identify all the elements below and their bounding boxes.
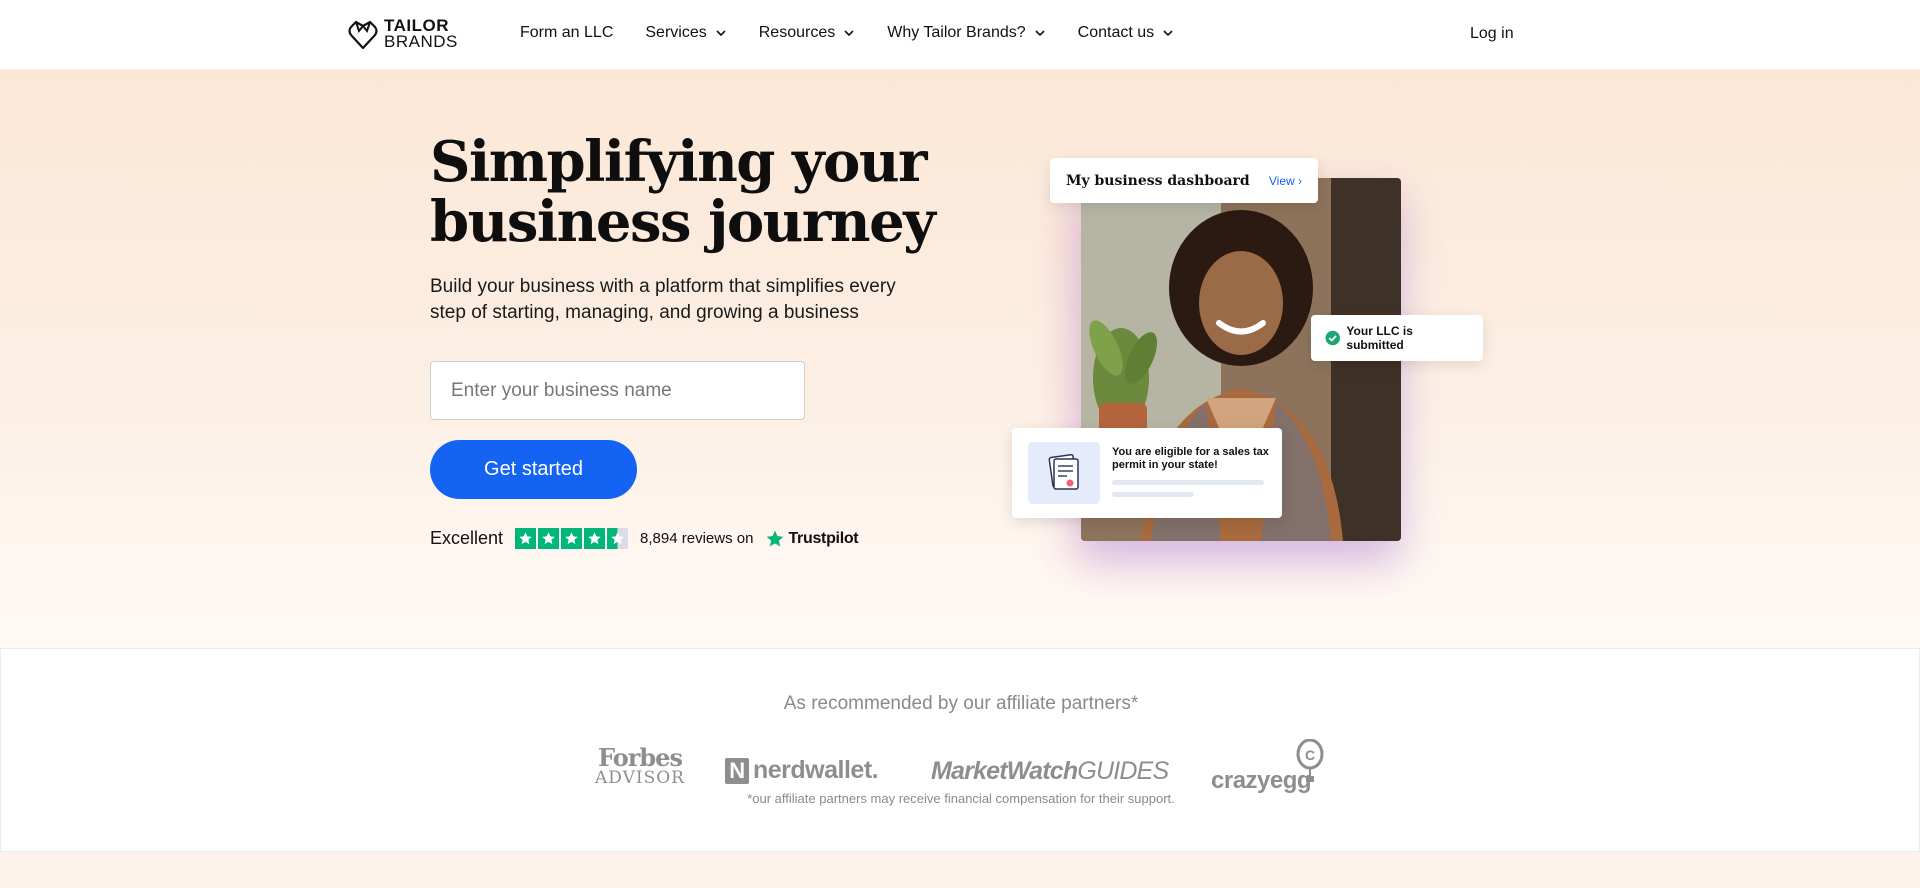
trustpilot-wordmark: Trustpilot [788, 529, 859, 547]
placeholder-line [1112, 480, 1264, 485]
login-link[interactable]: Log in [1470, 25, 1514, 43]
nav-item-label: Why Tailor Brands? [887, 24, 1026, 41]
affiliate-partners-section: As recommended by our affiliate partners… [0, 648, 1920, 852]
nav-item-form-llc[interactable]: Form an LLC [520, 24, 613, 42]
dashboard-title: My business dashboard [1066, 172, 1250, 189]
top-nav: TAILOR BRANDS Form an LLC Services Resou… [0, 0, 1920, 70]
main-menu: Form an LLC Services Resources Why Tailo… [520, 24, 1174, 42]
nav-item-why-tailor-brands[interactable]: Why Tailor Brands? [887, 24, 1045, 42]
review-count: 8,894 reviews on [640, 530, 754, 547]
nav-item-label: Resources [758, 24, 836, 41]
trustpilot-logo: Trustpilot [765, 529, 859, 549]
trustpilot-star-icon [767, 530, 784, 546]
placeholder-line [1112, 492, 1194, 497]
star-icon [538, 528, 560, 549]
tax-permit-text: You are eligible for a sales tax permit … [1112, 446, 1269, 471]
chevron-down-icon [716, 30, 726, 37]
partners-disclaimer: *our affiliate partners may receive fina… [747, 791, 1175, 806]
forbes-wordmark: Forbes [598, 743, 683, 772]
nerdwallet-icon: N [725, 757, 749, 784]
nav-item-contact-us[interactable]: Contact us [1078, 24, 1174, 42]
star-icon [515, 528, 537, 549]
rating-stars [515, 528, 629, 549]
dashboard-view-link[interactable]: View › [1269, 174, 1302, 188]
tailor-brands-logo[interactable]: TAILOR BRANDS [348, 17, 458, 51]
nerdwallet-wordmark: nerdwallet. [753, 756, 879, 784]
guides-wordmark: GUIDES [1077, 757, 1169, 785]
llc-status-text: Your LLC is submitted [1346, 324, 1413, 352]
advisor-wordmark: ADVISOR [595, 768, 685, 788]
star-icon [561, 528, 583, 549]
trustpilot-rating[interactable]: Excellent 8,894 reviews on Trustpilot [430, 528, 859, 549]
logo-wordmark: TAILOR BRANDS [384, 17, 458, 51]
star-icon [584, 528, 606, 549]
chevron-right-icon: › [1298, 173, 1302, 188]
nav-item-label: Services [645, 24, 707, 41]
business-name-input[interactable] [430, 361, 805, 420]
dashboard-card: My business dashboard View › [1050, 158, 1318, 203]
get-started-button[interactable]: Get started [430, 440, 637, 499]
nav-item-label: Contact us [1077, 24, 1155, 41]
certificate-icon [1028, 442, 1100, 504]
view-link-label: View [1268, 173, 1295, 188]
marketwatch-guides-logo: MarketWatchGUIDES [931, 757, 1169, 786]
svg-text:C: C [1305, 747, 1315, 763]
check-circle-icon [1325, 330, 1340, 346]
hero-subtitle: Build your business with a platform that… [430, 276, 896, 323]
nav-item-resources[interactable]: Resources [759, 24, 855, 42]
chevron-down-icon [844, 30, 854, 37]
chevron-down-icon [1035, 30, 1045, 37]
forbes-advisor-logo: Forbes ADVISOR [595, 743, 685, 788]
marketwatch-wordmark: MarketWatch [931, 757, 1078, 785]
partners-title: As recommended by our affiliate partners… [783, 693, 1139, 714]
nerdwallet-logo: N nerdwallet. [725, 756, 879, 785]
hero-section: Simplifying your business journey Build … [0, 70, 1920, 648]
chevron-down-icon [1163, 30, 1173, 37]
balloon-icon: C [1296, 739, 1324, 782]
nav-item-services[interactable]: Services [645, 24, 726, 42]
hero-headline: Simplifying your business journey [430, 129, 936, 255]
tailor-brands-logo-icon [348, 20, 378, 50]
rating-word: Excellent [430, 528, 504, 548]
logo-line2: BRANDS [384, 32, 458, 51]
nav-item-label: Form an LLC [520, 24, 614, 41]
llc-status-card: Your LLC is submitted [1311, 315, 1483, 361]
half-star-icon [607, 528, 629, 549]
tax-permit-card: You are eligible for a sales tax permit … [1012, 428, 1282, 518]
